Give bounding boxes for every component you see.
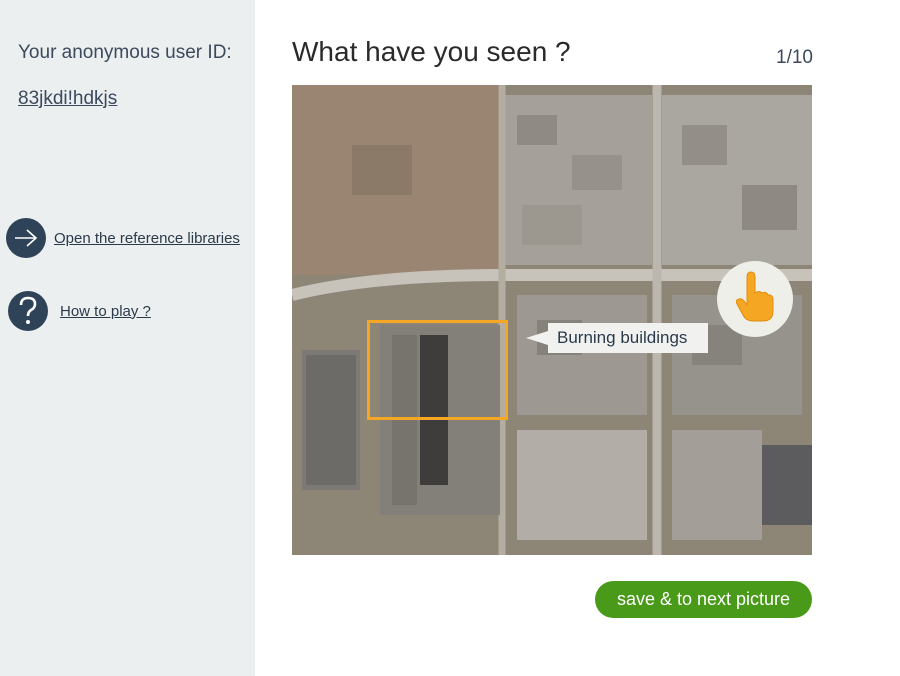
pointing-hand-icon	[733, 270, 777, 328]
picture-counter: 1/10	[776, 47, 813, 68]
question-icon	[8, 291, 48, 331]
arrow-right-icon	[6, 218, 46, 258]
user-id-label: Your anonymous user ID:	[18, 42, 232, 63]
how-to-play-label: How to play ?	[60, 302, 151, 320]
user-id-value[interactable]: 83jkdi!hdkjs	[18, 88, 117, 110]
annotation-box[interactable]	[367, 320, 508, 420]
sidebar: Your anonymous user ID: 83jkdi!hdkjs Ope…	[0, 0, 255, 676]
reference-libraries-label: Open the reference libraries	[54, 229, 240, 247]
reference-libraries-link[interactable]: Open the reference libraries	[6, 218, 240, 258]
annotation-label[interactable]: Burning buildings	[548, 323, 708, 353]
satellite-image[interactable]: Burning buildings	[292, 85, 812, 555]
page-title: What have you seen ?	[292, 36, 571, 67]
tap-button[interactable]	[717, 261, 793, 337]
save-next-button[interactable]: save & to next picture	[595, 581, 812, 618]
how-to-play-link[interactable]: How to play ?	[8, 291, 151, 331]
annotation-pointer	[526, 331, 548, 345]
